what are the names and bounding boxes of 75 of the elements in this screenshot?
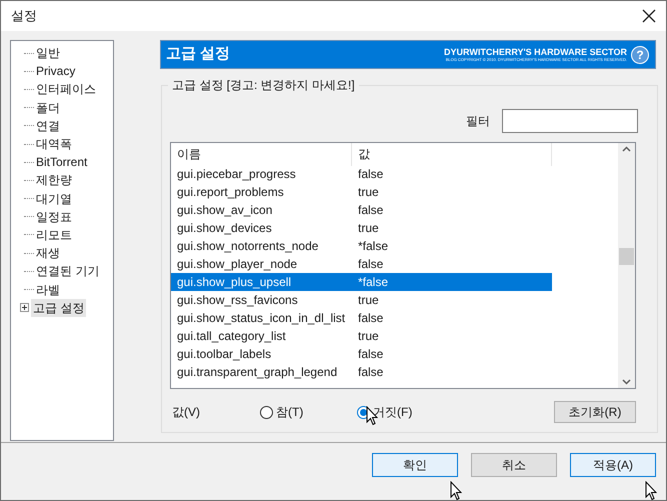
reset-button[interactable]: 초기화(R) [554, 401, 636, 423]
scrollbar[interactable] [618, 143, 635, 388]
table-cell-text: gui.show_player_node [176, 256, 298, 273]
dialog-button[interactable]: 적용(A) [570, 453, 656, 477]
table-row[interactable]: gui.show_notorrents_node *false [171, 237, 552, 255]
pointer-icon [450, 481, 462, 501]
table-cell-text: false [357, 346, 384, 363]
sidebar-item[interactable]: 재생 [34, 244, 62, 262]
column-header[interactable]: 이름 [171, 143, 352, 166]
dialog-button[interactable]: 확인 [372, 453, 458, 477]
table-row[interactable]: gui.tall_category_list true [171, 327, 552, 345]
radio-button[interactable] [260, 406, 273, 418]
dialog-button[interactable]: 취소 [471, 453, 557, 477]
table-cell-text: gui.tall_category_list [176, 328, 287, 345]
brand-text: DYURWITCHERRY'S HARDWARE SECTOR [444, 47, 627, 57]
scroll-up-icon[interactable] [622, 146, 631, 152]
table-cell-text: true [357, 184, 380, 201]
table-row[interactable]: gui.show_devices true [171, 219, 552, 237]
table-cell-text: false [357, 166, 384, 183]
table-cell-text: gui.report_problems [176, 184, 285, 201]
sidebar-item[interactable]: Privacy [34, 62, 78, 80]
table-row[interactable]: gui.show_rss_favicons true [171, 291, 552, 309]
table-cell-text: *false [357, 274, 390, 291]
close-icon[interactable] [642, 9, 656, 23]
table-row[interactable]: gui.show_av_icon false [171, 201, 552, 219]
table-row[interactable]: gui.piecebar_progress false [171, 165, 552, 183]
table-cell-text: gui.toolbar_labels [176, 346, 272, 363]
sidebar-item[interactable]: 일반 [34, 44, 62, 62]
radio-label[interactable]: 거짓(F) [373, 403, 412, 421]
scroll-thumb[interactable] [619, 248, 634, 265]
sidebar-item[interactable]: 연결된 기기 [34, 262, 102, 280]
expand-icon[interactable] [20, 303, 29, 312]
sidebar-item[interactable]: 제한량 [34, 171, 74, 190]
sidebar-item[interactable]: 리모트 [34, 226, 74, 244]
sidebar-item[interactable]: 고급 설정 [31, 298, 86, 317]
table-cell-text: gui.show_rss_favicons [176, 292, 299, 309]
filter-label: 필터 [466, 113, 490, 130]
scroll-down-icon[interactable] [622, 379, 631, 385]
radio-label[interactable]: 참(T) [276, 403, 304, 421]
sidebar-item[interactable]: BitTorrent [34, 153, 90, 172]
table-cell-text: gui.show_av_icon [176, 202, 274, 219]
table-row[interactable]: gui.show_plus_upsell *false [171, 273, 552, 291]
table-cell-text: gui.show_plus_upsell [176, 274, 292, 291]
table-row[interactable]: gui.show_player_node false [171, 255, 552, 273]
sidebar-item[interactable]: 라벨 [34, 280, 62, 299]
table-row[interactable]: gui.transparent_graph_legend false [171, 363, 552, 381]
table-cell-text: gui.show_notorrents_node [176, 238, 320, 255]
sidebar-item[interactable]: 폴더 [34, 98, 62, 117]
table-row[interactable]: gui.report_problems true [171, 183, 552, 201]
table-cell-text: false [357, 310, 384, 327]
table-cell-text: gui.show_devices [176, 220, 273, 237]
table-cell-text: true [357, 328, 380, 345]
sidebar-item[interactable]: 일정표 [34, 208, 74, 226]
sidebar-item[interactable]: 대역폭 [34, 135, 74, 154]
value-label: 값(V) [172, 404, 201, 421]
sidebar-item[interactable]: 인터페이스 [34, 80, 98, 98]
pointer-icon [645, 481, 657, 501]
table-cell-text: gui.show_status_icon_in_dl_list [176, 310, 346, 327]
table-row[interactable]: gui.show_status_icon_in_dl_list false [171, 309, 552, 327]
table-cell-text: true [357, 292, 380, 309]
column-header[interactable]: 값 [352, 143, 552, 166]
table-row[interactable]: gui.toolbar_labels false [171, 345, 552, 363]
sidebar-item[interactable]: 대기열 [34, 190, 74, 208]
table-cell-text: false [357, 364, 384, 381]
table-cell-text: *false [357, 238, 390, 255]
window-title: 설정 [11, 7, 37, 26]
table-cell-text: false [357, 256, 384, 273]
sidebar-item[interactable]: 연결 [34, 116, 62, 135]
table-cell-text: gui.piecebar_progress [176, 166, 297, 183]
table-cell-text: true [357, 220, 380, 237]
group-title: 고급 설정 [경고: 변경하지 마세요!] [168, 77, 359, 93]
banner-title: 고급 설정 [166, 44, 230, 64]
table-cell-text: false [357, 202, 384, 219]
table-cell-text: gui.transparent_graph_legend [176, 364, 338, 381]
filter-field[interactable] [502, 109, 638, 133]
